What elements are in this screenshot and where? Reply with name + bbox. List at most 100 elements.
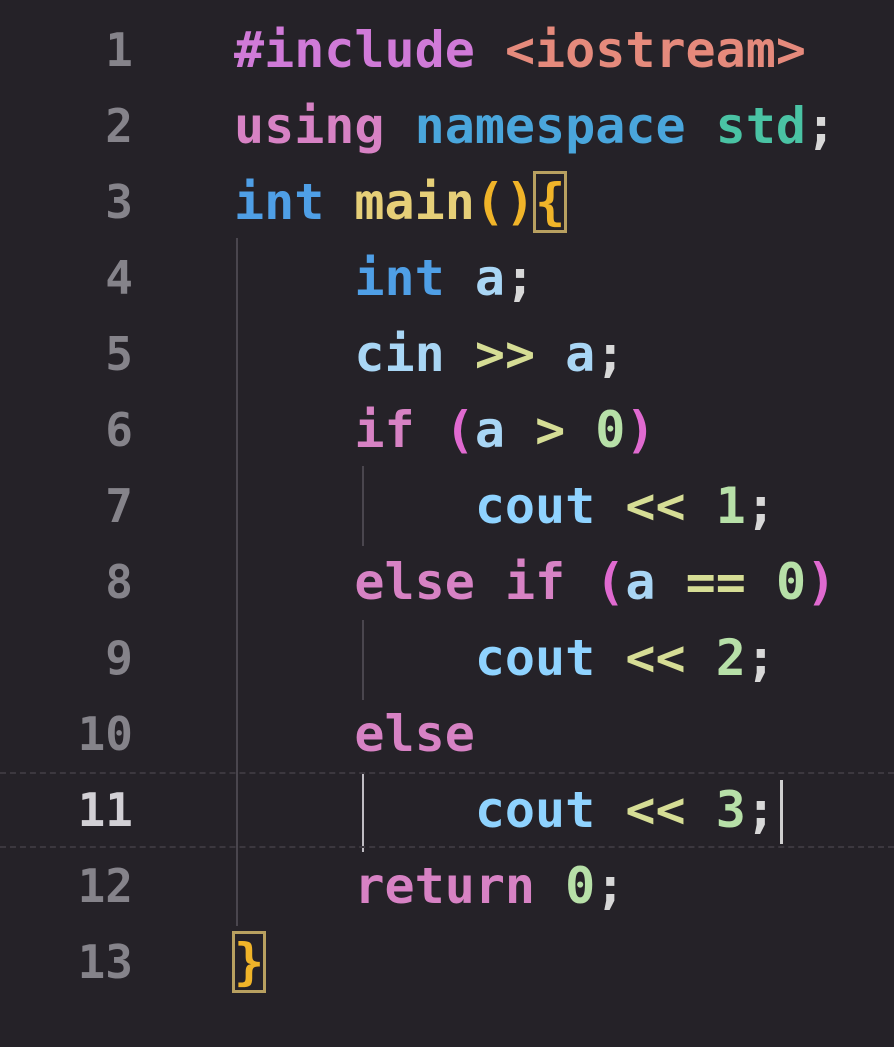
code-token: << [625,781,686,839]
code-line[interactable]: 6 if (a > 0) [0,392,894,468]
code-token: return [354,857,536,915]
code-token: ; [595,325,626,383]
code-text[interactable]: #include <iostream> [234,12,806,88]
code-line[interactable]: 7 cout << 1; [0,468,894,544]
code-token: int [234,173,325,231]
code-token: <iostream> [504,21,806,79]
code-token: ; [504,249,536,307]
code-token: a [565,325,596,383]
code-token: ; [595,857,626,915]
code-line[interactable]: 8 else if (a == 0) [0,544,894,620]
code-token: () [474,173,536,231]
code-text[interactable]: return 0; [234,848,625,924]
line-number: 3 [105,175,133,229]
code-line[interactable]: 10 else [0,696,894,772]
code-line[interactable]: 1 #include <iostream> [0,12,894,88]
code-token: else [354,553,475,611]
code-token: 0 [775,553,807,611]
code-token: ) [806,553,837,611]
code-token: cout [474,781,596,839]
code-text[interactable]: else if (a == 0) [234,544,836,620]
code-token: ( [444,401,475,459]
code-token: a [474,401,505,459]
code-line[interactable]: 2 using namespace std; [0,88,894,164]
code-text[interactable]: cout << 2; [234,620,776,696]
code-token: ; [745,477,776,535]
code-token: 1 [715,477,746,535]
line-number: 11 [77,783,133,837]
code-token: 3 [715,781,746,839]
code-token: using [234,97,385,155]
code-token: ; [745,781,776,839]
code-token: a [474,249,505,307]
code-text[interactable]: } [231,924,267,1000]
line-number: 2 [105,99,133,153]
code-line[interactable]: 9 cout << 2; [0,620,894,696]
code-text[interactable]: int a; [234,240,535,316]
code-line[interactable]: 3 int main(){ [0,164,894,240]
code-token: cout [474,477,596,535]
line-number: 1 [105,23,133,77]
matched-bracket: { [533,171,568,233]
line-number: 13 [77,935,133,989]
code-token: 0 [565,857,596,915]
code-line[interactable]: 5 cin >> a; [0,316,894,392]
code-text[interactable]: cin >> a; [234,316,625,392]
code-text[interactable]: cout << 1; [234,468,776,544]
code-token: int [354,249,445,307]
line-number: 7 [105,479,133,533]
code-token: cin [354,325,445,383]
code-token: ; [745,629,776,687]
text-cursor [779,780,783,844]
code-token: namespace [414,97,686,155]
line-number: 12 [77,859,133,913]
code-token: a [625,553,656,611]
code-token: ( [595,553,626,611]
code-token: else [354,705,475,763]
line-number: 10 [77,707,133,761]
code-line[interactable]: 12 return 0; [0,848,894,924]
code-text[interactable]: using namespace std; [234,88,836,164]
code-text[interactable]: cout << 3; [234,772,776,848]
code-token: 0 [595,401,626,459]
code-token: > [535,401,566,459]
code-token: std [715,97,806,155]
code-token: #include [234,21,475,79]
line-number: 9 [105,631,133,685]
code-text[interactable]: if (a > 0) [234,392,655,468]
code-token: == [685,553,746,611]
matched-bracket: } [231,931,267,993]
code-line[interactable]: 4 int a; [0,240,894,316]
line-number: 6 [105,403,133,457]
line-number: 5 [105,327,133,381]
code-editor[interactable]: 1 #include <iostream> 2 using namespace std… [0,0,894,1047]
code-line[interactable]: 11 cout << 3; [0,772,894,848]
code-text[interactable]: int main(){ [234,164,568,240]
code-token: ; [805,97,837,155]
code-line[interactable]: 13} [0,924,894,1000]
code-token: >> [474,325,536,383]
code-text[interactable]: else [234,696,475,772]
